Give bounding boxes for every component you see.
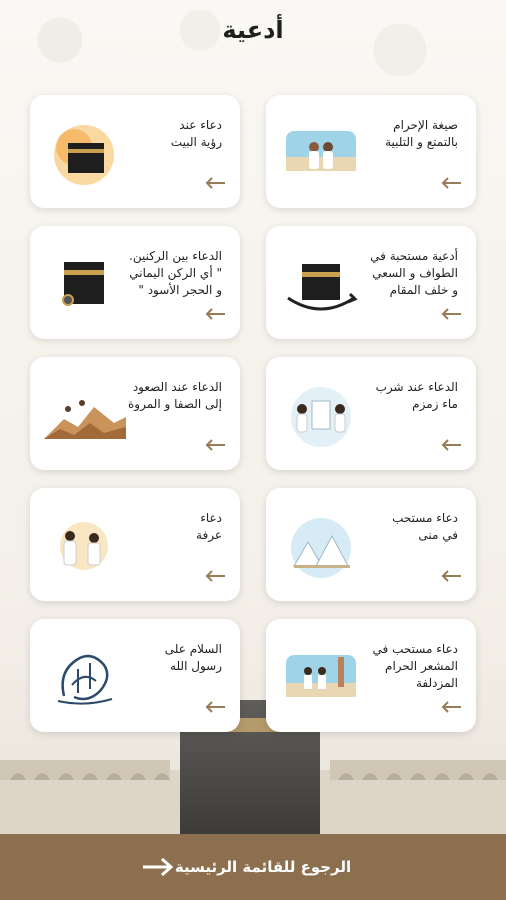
arrow-left-icon (441, 308, 461, 320)
dua-card-safa-marwa[interactable]: الدعاء عند الصعود إلى الصفا و المروة (30, 357, 240, 470)
arrow-left-icon (441, 177, 461, 189)
card-label: دعاء عند رؤية البيت (170, 118, 222, 149)
card-label: صيغة الإحرام بالتمتع و التلبية (385, 118, 458, 149)
kaaba-corner-icon (62, 262, 104, 306)
back-button-label: الرجوع للقائمة الرئيسية (174, 858, 352, 876)
arrow-left-icon (205, 701, 225, 713)
arrow-left-icon (205, 177, 225, 189)
dua-card-salam-rasul[interactable]: السلام على رسول الله (30, 619, 240, 732)
ihram-pilgrims-icon (286, 131, 356, 171)
dua-card-muzdalifah[interactable]: دعاء مستحب في المشعر الحرام المزدلفة (266, 619, 476, 732)
dua-card-ihram[interactable]: صيغة الإحرام بالتمتع و التلبية (266, 95, 476, 208)
arafah-icon (60, 522, 108, 570)
card-label: دعاء مستحب في المشعر الحرام المزدلفة (372, 642, 458, 690)
page-title: أدعية (222, 16, 284, 44)
dua-card-zamzam[interactable]: الدعاء عند شرب ماء زمزم (266, 357, 476, 470)
card-label: أدعية مستحبة في الطواف و السعي و خلف الم… (370, 249, 458, 297)
dua-card-arafah[interactable]: دعاء عرفة (30, 488, 240, 601)
dua-cards-grid: صيغة الإحرام بالتمتع و التلبية دعاء عند … (30, 95, 476, 732)
safa-marwa-icon (44, 400, 126, 439)
card-label: دعاء عرفة (196, 511, 222, 542)
zamzam-icon (291, 387, 351, 447)
arrow-left-icon (205, 570, 225, 582)
arrow-left-icon (441, 439, 461, 451)
card-label: الدعاء عند شرب ماء زمزم (375, 380, 458, 411)
arrow-right-icon (142, 857, 174, 877)
card-label: دعاء مستحب في منى (392, 511, 458, 542)
arrow-left-icon (205, 439, 225, 451)
kaaba-watercolor-icon (54, 125, 114, 185)
card-label: السلام على رسول الله (164, 642, 222, 673)
dua-card-between-corners[interactable]: الدعاء بين الركنين. " أي الركن اليماني و… (30, 226, 240, 339)
dua-card-mina[interactable]: دعاء مستحب في منى (266, 488, 476, 601)
arrow-left-icon (441, 570, 461, 582)
calligraphy-icon (57, 654, 113, 705)
dua-card-tawaf-sai[interactable]: أدعية مستحبة في الطواف و السعي و خلف الم… (266, 226, 476, 339)
dua-card-seeing-kaaba[interactable]: دعاء عند رؤية البيت (30, 95, 240, 208)
arrow-left-icon (441, 701, 461, 713)
muzdalifah-icon (286, 655, 356, 697)
card-label: الدعاء بين الركنين. " أي الركن اليماني و… (129, 249, 222, 297)
arrow-left-icon (205, 308, 225, 320)
kaaba-tawaf-icon (287, 264, 358, 311)
back-to-main-menu-button[interactable]: الرجوع للقائمة الرئيسية (0, 834, 506, 900)
mina-tents-icon (291, 518, 351, 578)
card-label: الدعاء عند الصعود إلى الصفا و المروة (128, 380, 222, 411)
